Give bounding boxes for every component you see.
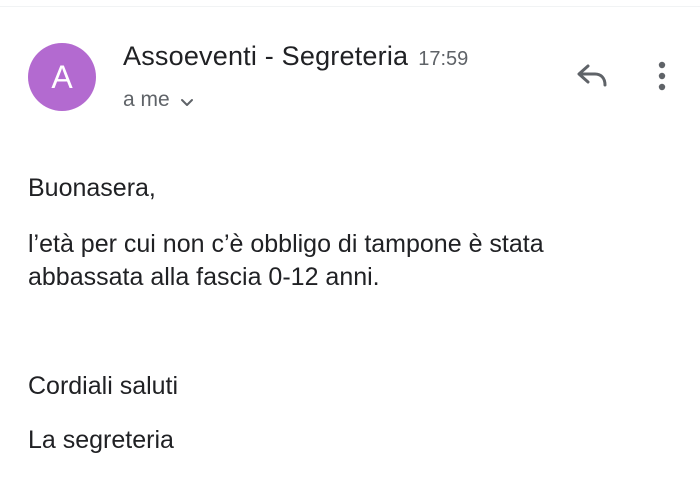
- recipient-label: a me: [123, 88, 170, 111]
- avatar-initial: A: [51, 59, 73, 95]
- sent-time: 17:59: [418, 48, 469, 70]
- top-divider: [0, 6, 700, 7]
- recipient-details-toggle[interactable]: a me: [123, 88, 194, 112]
- more-options-button[interactable]: [645, 58, 679, 98]
- email-message: l’età per cui non c’è obbligo di tampone…: [28, 228, 668, 294]
- reply-icon: [575, 63, 609, 94]
- email-message-line: l’età per cui non c’è obbligo di tampone…: [28, 230, 544, 258]
- sender-line: Assoeventi - Segreteria 17:59: [123, 41, 468, 72]
- email-closing: Cordiali saluti: [28, 372, 179, 400]
- email-greeting: Buonasera,: [28, 174, 156, 202]
- sender-avatar[interactable]: A: [28, 43, 96, 111]
- more-vert-icon: [657, 61, 667, 96]
- email-signature: La segreteria: [28, 426, 174, 454]
- email-message-line: abbassata alla fascia 0-12 anni.: [28, 263, 380, 291]
- sender-name[interactable]: Assoeventi - Segreteria: [123, 41, 408, 72]
- reply-button[interactable]: [572, 58, 612, 98]
- chevron-down-icon: [180, 95, 194, 106]
